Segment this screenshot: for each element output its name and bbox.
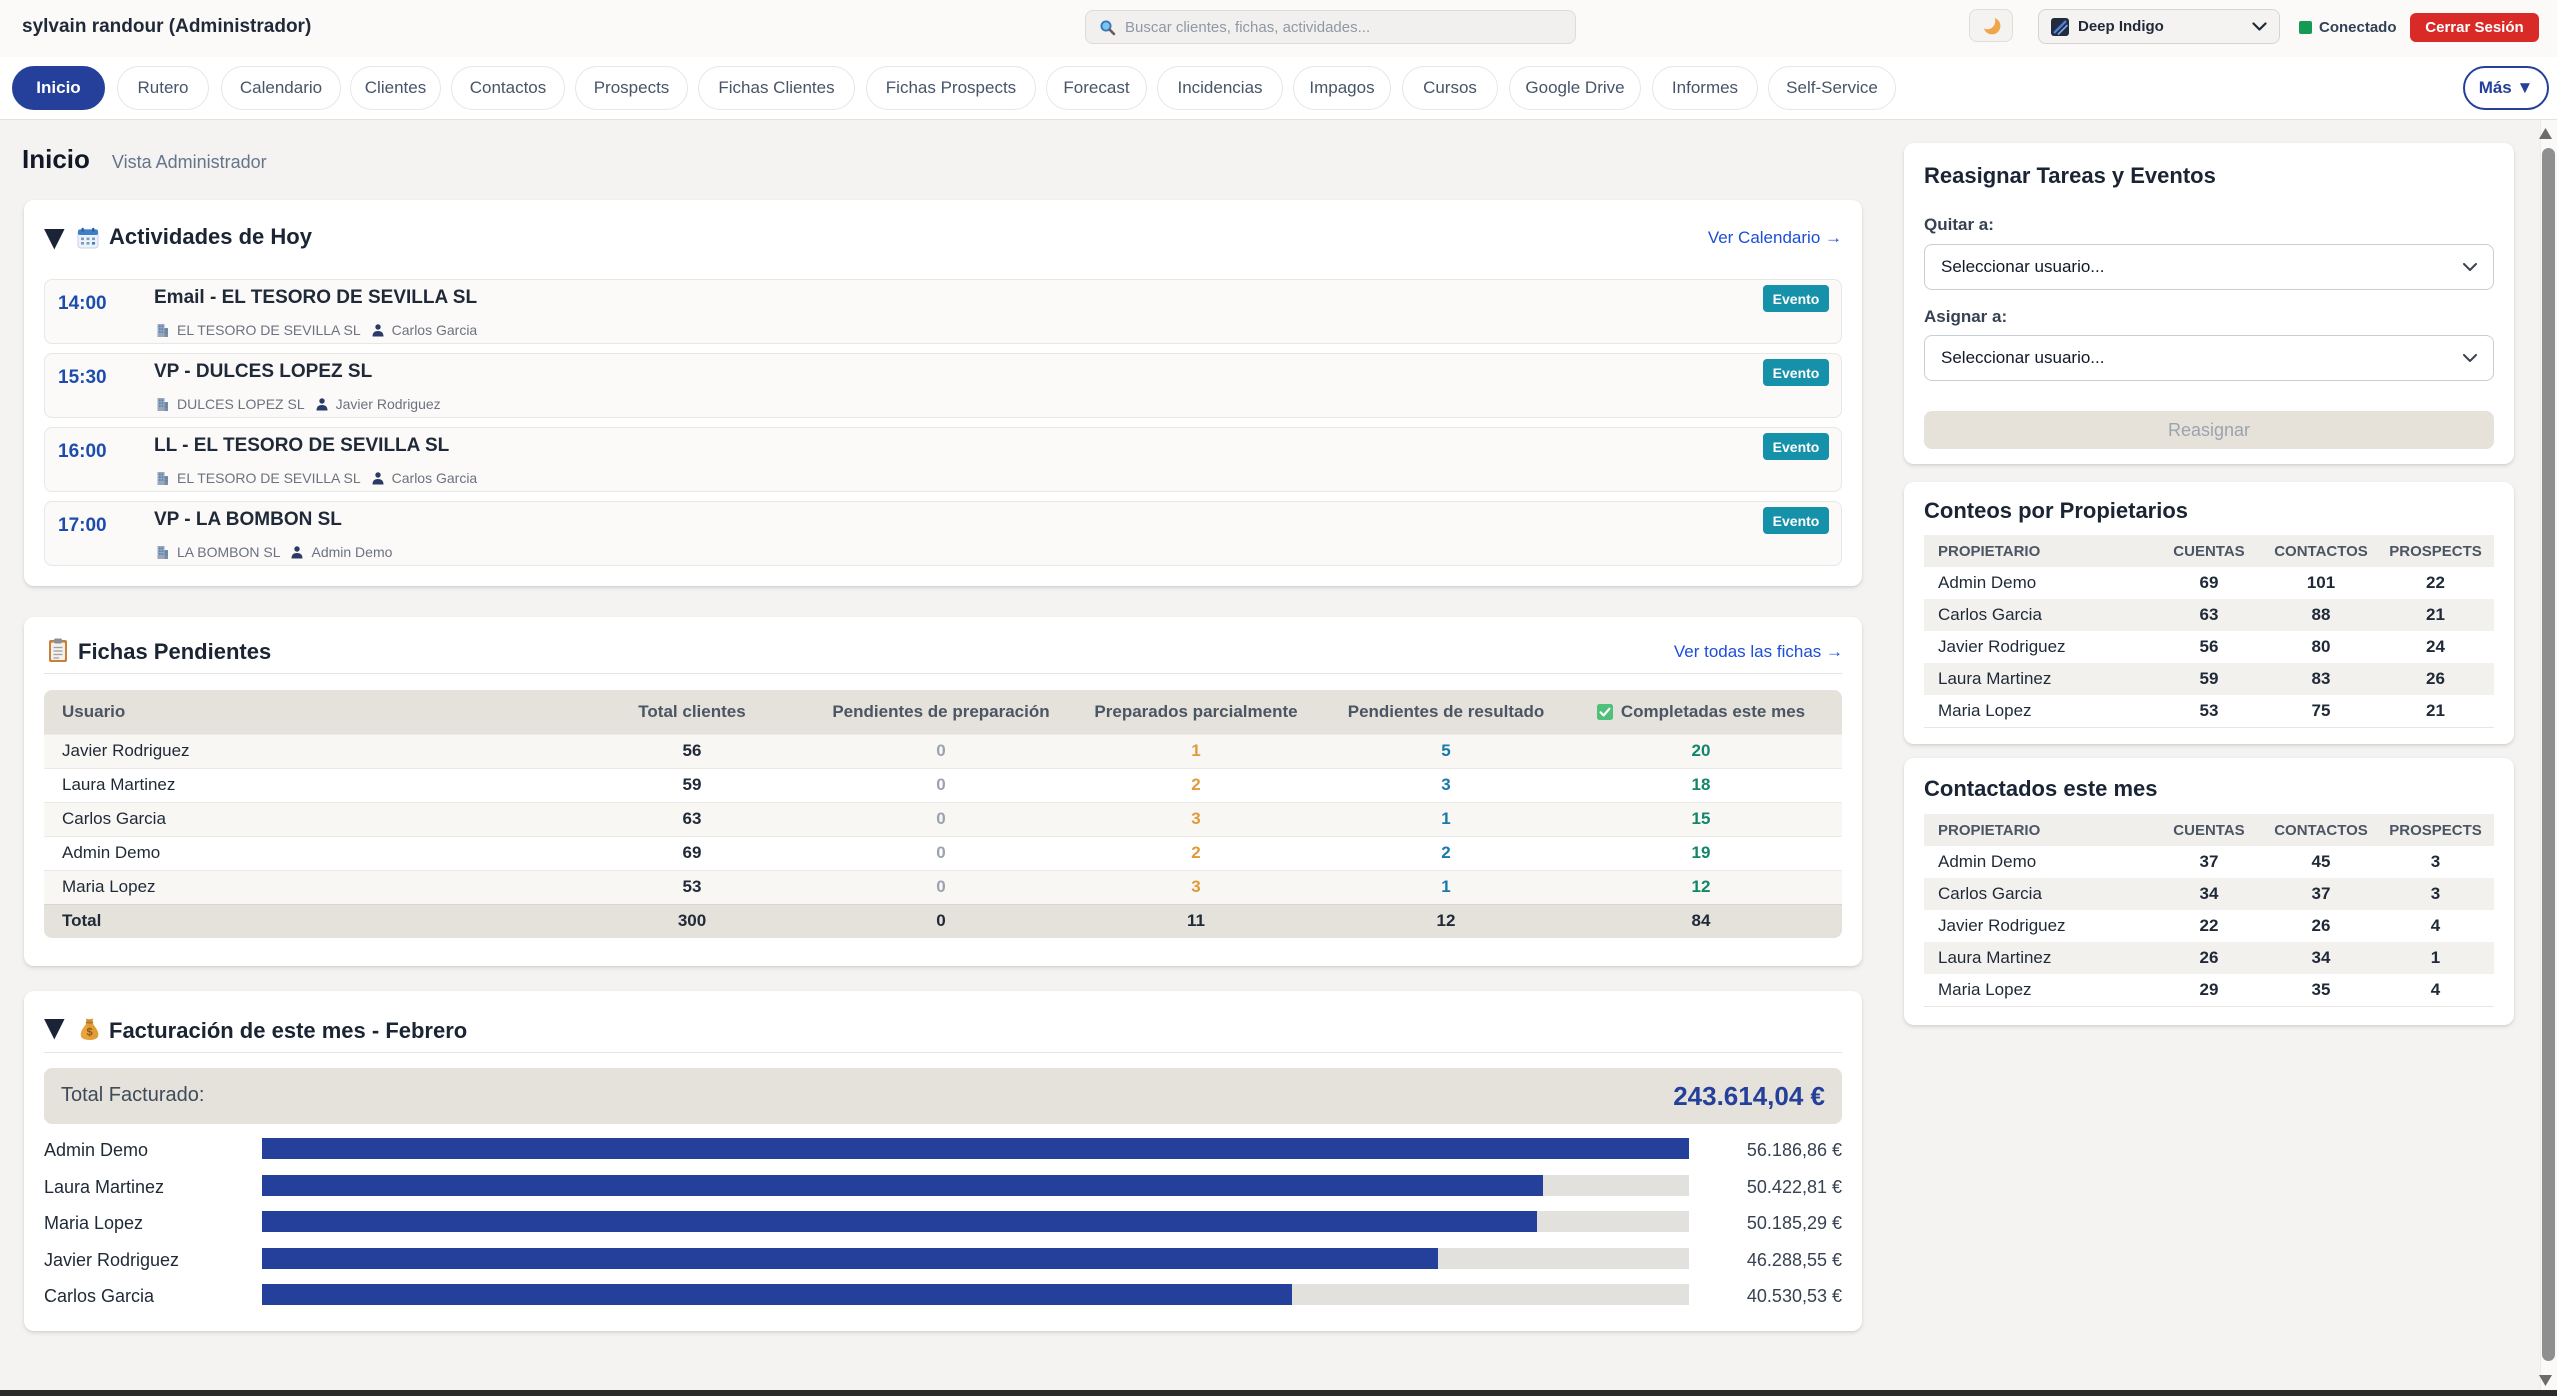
svg-text:$: $ — [86, 1027, 92, 1039]
